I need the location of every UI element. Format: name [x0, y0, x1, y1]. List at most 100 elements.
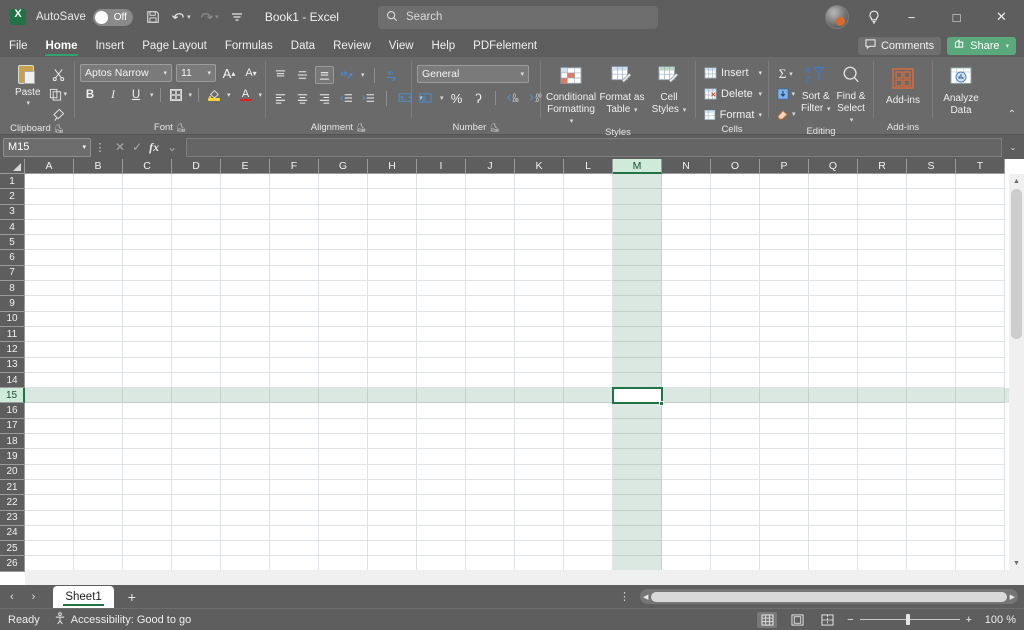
cell-O10[interactable] [711, 311, 760, 327]
cell-N25[interactable] [662, 541, 711, 557]
fx-caret-icon[interactable]: ⌄ [167, 140, 177, 154]
undo-caret[interactable]: ▾ [187, 13, 191, 21]
percent-style-button[interactable]: % [448, 89, 466, 107]
hscroll-left-icon[interactable]: ◀ [643, 593, 648, 601]
cell-A12[interactable] [25, 342, 74, 358]
cell-S16[interactable] [907, 403, 956, 419]
column-header-s[interactable]: S [907, 159, 956, 174]
cell-L23[interactable] [564, 510, 613, 526]
cell-P7[interactable] [760, 265, 809, 282]
lightbulb-icon[interactable] [859, 0, 889, 34]
row-header-7[interactable]: 7 [0, 265, 25, 282]
cell-T17[interactable] [956, 418, 1005, 435]
cell-E1[interactable] [221, 174, 270, 190]
cell-Q11[interactable] [809, 326, 858, 343]
selected-cell-m15[interactable] [612, 387, 663, 405]
cell-N16[interactable] [662, 403, 711, 419]
clear-eraser-icon[interactable]: ▾ [774, 105, 798, 123]
cell-H13[interactable] [368, 357, 417, 373]
column-header-b[interactable]: B [74, 159, 123, 174]
cell-Q17[interactable] [809, 418, 858, 435]
comments-button[interactable]: Comments [857, 36, 942, 55]
cell-S21[interactable] [907, 479, 956, 496]
cell-D23[interactable] [172, 510, 221, 526]
cell-K10[interactable] [515, 311, 564, 327]
select-all-corner[interactable] [0, 159, 25, 174]
cell-A24[interactable] [25, 525, 74, 542]
cell-C14[interactable] [123, 372, 172, 389]
decrease-font-size-button[interactable]: A ▾ [242, 64, 260, 82]
cell-Q2[interactable] [809, 189, 858, 205]
cell-D15[interactable] [172, 388, 221, 404]
cell-P14[interactable] [760, 372, 809, 389]
cell-G8[interactable] [319, 281, 368, 297]
cell-H25[interactable] [368, 541, 417, 557]
format-cells-button[interactable]: Format ▾ [702, 106, 764, 124]
cell-S24[interactable] [907, 525, 956, 542]
cell-H12[interactable] [368, 342, 417, 358]
cell-K17[interactable] [515, 418, 564, 435]
cell-D16[interactable] [172, 403, 221, 419]
cell-J8[interactable] [466, 281, 515, 297]
cell-K8[interactable] [515, 281, 564, 297]
cell-C24[interactable] [123, 525, 172, 542]
cell-S20[interactable] [907, 464, 956, 480]
cell-T4[interactable] [956, 219, 1005, 236]
cell-N19[interactable] [662, 449, 711, 465]
clear-caret-icon[interactable]: ▾ [792, 110, 796, 118]
text-orientation-icon[interactable]: ab [338, 66, 356, 84]
cell-J12[interactable] [466, 342, 515, 358]
tab-page-layout[interactable]: Page Layout [133, 34, 216, 57]
next-sheet-icon[interactable]: › [32, 591, 36, 603]
cell-C3[interactable] [123, 204, 172, 220]
cell-A8[interactable] [25, 281, 74, 297]
cell-A1[interactable] [25, 174, 74, 190]
column-header-t[interactable]: T [956, 159, 1005, 174]
row-header-16[interactable]: 16 [0, 403, 25, 419]
fill-caret-icon[interactable]: ▾ [792, 90, 796, 98]
cell-C2[interactable] [123, 189, 172, 205]
conditional-formatting-button[interactable]: Conditional Formatting ▾ [546, 64, 596, 127]
cell-N24[interactable] [662, 525, 711, 542]
cell-F12[interactable] [270, 342, 319, 358]
autosum-caret-icon[interactable]: ▾ [789, 70, 793, 78]
column-header-r[interactable]: R [858, 159, 907, 174]
cell-I13[interactable] [417, 357, 466, 373]
cell-O19[interactable] [711, 449, 760, 465]
cell-G15[interactable] [319, 388, 368, 404]
cell-C15[interactable] [123, 388, 172, 404]
horizontal-scroll-thumb[interactable] [651, 591, 1007, 602]
cell-L8[interactable] [564, 281, 613, 297]
cell-F22[interactable] [270, 495, 319, 511]
expand-formula-bar-icon[interactable]: ⌄ [1005, 143, 1021, 152]
cell-T23[interactable] [956, 510, 1005, 526]
cell-L5[interactable] [564, 235, 613, 251]
cell-J3[interactable] [466, 204, 515, 220]
cell-B18[interactable] [74, 434, 123, 450]
analyze-data-button[interactable]: Analyze Data [938, 65, 984, 116]
cell-M21[interactable] [613, 479, 662, 496]
cell-F1[interactable] [270, 174, 319, 190]
cell-B10[interactable] [74, 311, 123, 327]
cell-G6[interactable] [319, 250, 368, 266]
align-right-icon[interactable] [315, 89, 333, 107]
cell-P15[interactable] [760, 388, 809, 404]
cell-E21[interactable] [221, 479, 270, 496]
cell-A16[interactable] [25, 403, 74, 419]
cell-H19[interactable] [368, 449, 417, 465]
cell-M3[interactable] [613, 204, 662, 220]
cell-F10[interactable] [270, 311, 319, 327]
cell-K20[interactable] [515, 464, 564, 480]
cell-N4[interactable] [662, 219, 711, 236]
cell-L12[interactable] [564, 342, 613, 358]
cell-S14[interactable] [907, 372, 956, 389]
cell-O25[interactable] [711, 541, 760, 557]
cell-P23[interactable] [760, 510, 809, 526]
zoom-in-button[interactable]: + [966, 614, 972, 626]
cell-G1[interactable] [319, 174, 368, 190]
add-sheet-button[interactable]: + [114, 589, 150, 605]
cell-L14[interactable] [564, 372, 613, 389]
font-color-icon[interactable]: A [237, 86, 255, 104]
autosave-switch[interactable]: Off [92, 8, 133, 26]
cell-M25[interactable] [613, 541, 662, 557]
